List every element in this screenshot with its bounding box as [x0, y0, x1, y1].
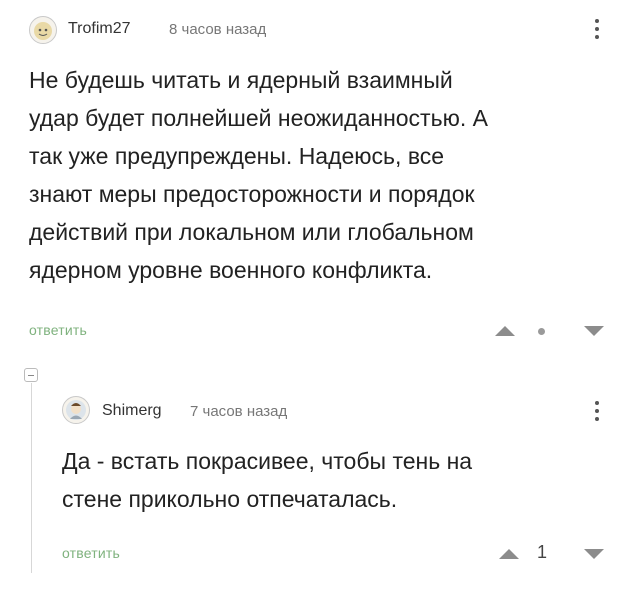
comment-text-line: удар будет полнейшей неожиданностью. А: [29, 105, 488, 131]
comment-text-line: ядерном уровне военного конфликта.: [29, 257, 433, 283]
vote-up-icon[interactable]: [495, 326, 515, 336]
comment-text-line: так уже предупреждены. Надеюсь, все: [29, 143, 445, 169]
comment-text-line: Не будешь читать и ядерный взаимный: [29, 67, 453, 93]
thread-line[interactable]: [31, 383, 32, 573]
comment-author[interactable]: Shimerg: [102, 402, 162, 420]
reply-button[interactable]: ответить: [29, 322, 87, 338]
comment-time: 8 часов назад: [169, 21, 267, 38]
comment-text-line: стене прикольно отпечаталась.: [62, 486, 398, 512]
user-avatar-icon[interactable]: [62, 396, 90, 424]
rating-neutral-dot: [538, 328, 545, 335]
comment-text-line: знают меры предосторожности и порядок: [29, 181, 475, 207]
more-menu-icon[interactable]: [594, 19, 600, 39]
reply-button[interactable]: ответить: [62, 545, 120, 561]
comment-text-line: действий при локальном или глобальном: [29, 219, 474, 245]
comment-author[interactable]: Trofim27: [68, 20, 131, 38]
user-avatar-icon[interactable]: [29, 16, 57, 44]
more-menu-icon[interactable]: [594, 401, 600, 421]
vote-down-icon[interactable]: [584, 326, 604, 336]
collapse-thread-button[interactable]: [24, 368, 38, 382]
comment-time: 7 часов назад: [190, 403, 288, 420]
vote-down-icon[interactable]: [584, 549, 604, 559]
comment-text: Да - встать покрасивее, чтобы тень на ст…: [62, 442, 472, 518]
comment-text: Не будешь читать и ядерный взаимный удар…: [29, 61, 488, 289]
vote-up-icon[interactable]: [499, 549, 519, 559]
rating-value: 1: [537, 542, 548, 562]
comment-text-line: Да - встать покрасивее, чтобы тень на: [62, 448, 473, 474]
